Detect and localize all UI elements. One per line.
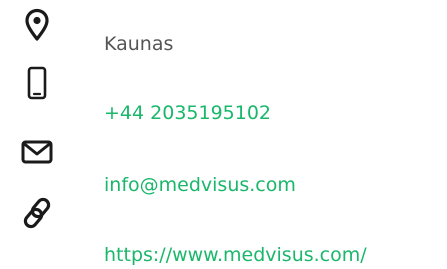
website-link[interactable]: https://www.medvisus.com/ — [104, 243, 367, 267]
contact-website-row: https://www.medvisus.com/ — [0, 190, 447, 266]
location-text: Kaunas — [104, 33, 174, 55]
link-icon — [20, 196, 54, 230]
envelope-icon — [20, 135, 54, 169]
contact-email-row: info@medvisus.com — [0, 125, 447, 196]
mobile-phone-icon — [20, 66, 54, 100]
contact-location-row: Kaunas — [0, 0, 447, 60]
contact-phone-row: +44 2035195102 — [0, 62, 447, 125]
location-pin-icon — [20, 8, 54, 42]
phone-link[interactable]: +44 2035195102 — [104, 101, 271, 125]
